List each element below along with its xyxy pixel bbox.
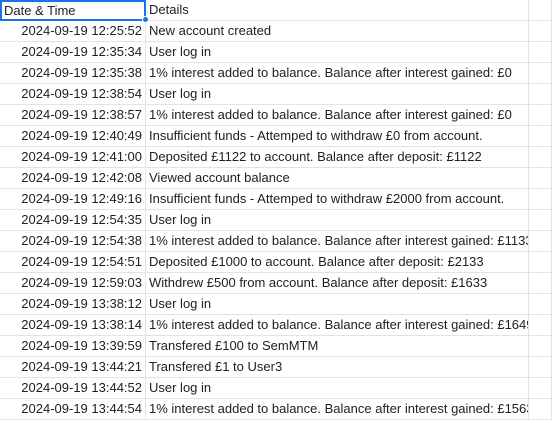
cell-datetime[interactable]: 2024-09-19 12:42:08 <box>0 168 146 189</box>
empty-cell[interactable] <box>529 126 552 147</box>
cell-details[interactable]: User log in <box>146 378 529 399</box>
cell-details[interactable]: 1% interest added to balance. Balance af… <box>146 315 529 336</box>
cell-grid: Date & Time Details 2024-09-19 12:25:52 N… <box>0 0 552 420</box>
cell-details[interactable]: Deposited £1000 to account. Balance afte… <box>146 252 529 273</box>
cell-datetime[interactable]: 2024-09-19 13:44:21 <box>0 357 146 378</box>
cell-details[interactable]: User log in <box>146 294 529 315</box>
cell-datetime[interactable]: 2024-09-19 12:41:00 <box>0 147 146 168</box>
cell-datetime[interactable]: 2024-09-19 12:54:51 <box>0 252 146 273</box>
empty-cell[interactable] <box>529 105 552 126</box>
cell-details[interactable]: Deposited £1122 to account. Balance afte… <box>146 147 529 168</box>
cell-details[interactable]: 1% interest added to balance. Balance af… <box>146 63 529 84</box>
empty-cell[interactable] <box>529 315 552 336</box>
empty-cell[interactable] <box>529 252 552 273</box>
cell-datetime[interactable]: 2024-09-19 12:35:38 <box>0 63 146 84</box>
empty-cell[interactable] <box>529 273 552 294</box>
cell-datetime[interactable]: 2024-09-19 12:38:57 <box>0 105 146 126</box>
empty-cell[interactable] <box>529 21 552 42</box>
empty-cell[interactable] <box>529 399 552 420</box>
cell-datetime[interactable]: 2024-09-19 12:35:34 <box>0 42 146 63</box>
cell-datetime[interactable]: 2024-09-19 12:59:03 <box>0 273 146 294</box>
cell-details[interactable]: Withdrew £500 from account. Balance afte… <box>146 273 529 294</box>
cell-details[interactable]: Viewed account balance <box>146 168 529 189</box>
cell-datetime[interactable]: 2024-09-19 12:38:54 <box>0 84 146 105</box>
cell-datetime[interactable]: 2024-09-19 13:38:12 <box>0 294 146 315</box>
cell-datetime[interactable]: 2024-09-19 13:38:14 <box>0 315 146 336</box>
empty-cell[interactable] <box>529 147 552 168</box>
empty-cell[interactable] <box>529 357 552 378</box>
empty-cell[interactable] <box>529 378 552 399</box>
cell-details[interactable]: Insufficient funds - Attemped to withdra… <box>146 126 529 147</box>
header-cell-date-time[interactable]: Date & Time <box>0 0 146 21</box>
empty-cell[interactable] <box>529 0 552 21</box>
cell-details[interactable]: 1% interest added to balance. Balance af… <box>146 105 529 126</box>
cell-details[interactable]: New account created <box>146 21 529 42</box>
cell-details[interactable]: 1% interest added to balance. Balance af… <box>146 399 529 420</box>
cell-details[interactable]: User log in <box>146 84 529 105</box>
cell-datetime[interactable]: 2024-09-19 13:44:54 <box>0 399 146 420</box>
empty-cell[interactable] <box>529 336 552 357</box>
cell-details[interactable]: Transfered £100 to SemMTM <box>146 336 529 357</box>
cell-details[interactable]: User log in <box>146 210 529 231</box>
empty-cell[interactable] <box>529 42 552 63</box>
cell-datetime[interactable]: 2024-09-19 13:39:59 <box>0 336 146 357</box>
cell-datetime[interactable]: 2024-09-19 12:40:49 <box>0 126 146 147</box>
empty-cell[interactable] <box>529 63 552 84</box>
empty-cell[interactable] <box>529 231 552 252</box>
cell-details[interactable]: Insufficient funds - Attemped to withdra… <box>146 189 529 210</box>
cell-datetime[interactable]: 2024-09-19 12:25:52 <box>0 21 146 42</box>
cell-details[interactable]: User log in <box>146 42 529 63</box>
cell-datetime[interactable]: 2024-09-19 12:54:38 <box>0 231 146 252</box>
empty-cell[interactable] <box>529 168 552 189</box>
cell-datetime[interactable]: 2024-09-19 13:44:52 <box>0 378 146 399</box>
cell-datetime[interactable]: 2024-09-19 12:49:16 <box>0 189 146 210</box>
empty-cell[interactable] <box>529 189 552 210</box>
empty-cell[interactable] <box>529 210 552 231</box>
empty-cell[interactable] <box>529 294 552 315</box>
cell-details[interactable]: Transfered £1 to User3 <box>146 357 529 378</box>
spreadsheet: Date & Time Details 2024-09-19 12:25:52 N… <box>0 0 552 423</box>
fill-handle[interactable] <box>142 16 149 23</box>
cell-details[interactable]: 1% interest added to balance. Balance af… <box>146 231 529 252</box>
cell-datetime[interactable]: 2024-09-19 12:54:35 <box>0 210 146 231</box>
header-cell-details[interactable]: Details <box>146 0 529 21</box>
empty-cell[interactable] <box>529 84 552 105</box>
